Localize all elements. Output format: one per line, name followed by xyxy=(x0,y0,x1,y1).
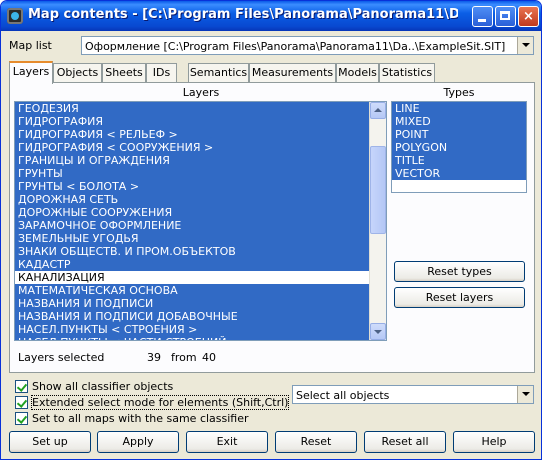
type-list-item[interactable]: VECTOR xyxy=(392,167,526,180)
layer-list-item[interactable]: ГИДРОГРАФИЯ < СООРУЖЕНИЯ > xyxy=(15,141,370,154)
checkbox-checked-icon[interactable] xyxy=(15,396,28,409)
layer-list-item[interactable]: НАСЕЛ.ПУНКТЫ < ЧАСТИ СТРОЕНИЙ xyxy=(15,336,370,340)
reset-types-button[interactable]: Reset types xyxy=(394,261,525,282)
map-list-label: Map list xyxy=(9,39,52,52)
tab-statistics[interactable]: Statistics xyxy=(379,63,435,82)
layer-list-item[interactable]: КАДАСТР xyxy=(15,258,370,271)
layer-list-item[interactable]: НАЗВАНИЯ И ПОДПИСИ ДОБАВОЧНЫЕ xyxy=(15,310,370,323)
select-objects-dropdown[interactable]: Select all objects xyxy=(292,385,534,404)
layer-list-item[interactable]: ГИДРОГРАФИЯ < РЕЛЬЕФ > xyxy=(15,128,370,141)
layers-listbox[interactable]: ГЕОДЕЗИЯ ГИДРОГРАФИЯ ГИДРОГРАФИЯ < РЕЛЬЕФ … xyxy=(14,101,387,341)
scroll-thumb[interactable] xyxy=(370,146,386,234)
same-classifier-label: Set to all maps with the same classifier xyxy=(32,412,249,425)
maximize-icon xyxy=(500,11,510,20)
help-button[interactable]: Help xyxy=(453,431,535,453)
show-all-objects-label: Show all classifier objects xyxy=(32,380,174,393)
layer-list-item[interactable]: ДОРОЖНЫЕ СООРУЖЕНИЯ xyxy=(15,206,370,219)
layer-list-item[interactable]: ЗЕМЕЛЬНЫЕ УГОДЬЯ xyxy=(15,232,370,245)
layer-list-item[interactable]: ГРУНТЫ xyxy=(15,167,370,180)
tab-ids[interactable]: IDs xyxy=(146,63,177,82)
title-bar[interactable]: Map contents - [C:\Program Files\Panoram… xyxy=(1,1,541,31)
layers-scrollbar[interactable] xyxy=(369,102,386,340)
type-list-item[interactable]: POLYGON xyxy=(392,141,526,154)
types-listbox[interactable]: LINE MIXED POINT POLYGON TITLE VECTOR xyxy=(391,101,527,193)
map-list-select[interactable]: Оформление [C:\Program Files\Panorama\Pa… xyxy=(81,36,534,55)
tab-objects[interactable]: Objects xyxy=(53,63,102,82)
window-title: Map contents - [C:\Program Files\Panoram… xyxy=(28,7,458,22)
type-list-item[interactable]: LINE xyxy=(392,102,526,115)
checkbox-checked-icon[interactable] xyxy=(15,412,28,425)
type-list-item[interactable]: POINT xyxy=(392,128,526,141)
tab-sheets[interactable]: Sheets xyxy=(102,63,146,82)
reset-button[interactable]: Reset xyxy=(275,431,357,453)
reset-layers-button[interactable]: Reset layers xyxy=(394,287,525,308)
minimize-icon xyxy=(478,19,486,22)
extended-select-label: Extended select mode for elements (Shift… xyxy=(30,395,290,410)
layer-list-item[interactable]: МАТЕМАТИЧЕСКАЯ ОСНОВА xyxy=(15,284,370,297)
scroll-down-icon[interactable] xyxy=(370,323,386,340)
select-objects-value: Select all objects xyxy=(296,389,390,402)
chevron-down-icon[interactable] xyxy=(517,37,533,54)
layers-header: Layers xyxy=(182,86,220,99)
layers-total-count: 40 xyxy=(202,351,216,364)
reset-all-button[interactable]: Reset all xyxy=(364,431,446,453)
layer-list-item[interactable]: КАНАЛИЗАЦИЯ xyxy=(15,271,370,284)
exit-button[interactable]: Exit xyxy=(186,431,268,453)
layers-from-label: from xyxy=(171,351,197,364)
tab-measurements[interactable]: Measurements xyxy=(249,63,336,82)
layer-list-item[interactable]: НАСЕЛ.ПУНКТЫ < СТРОЕНИЯ > xyxy=(15,323,370,336)
layer-list-item[interactable]: ЗАРАМОЧНОЕ ОФОРМЛЕНИЕ xyxy=(15,219,370,232)
layer-list-item[interactable]: ДОРОЖНАЯ СЕТЬ xyxy=(15,193,370,206)
layer-list-item[interactable]: ЗНАКИ ОБЩЕСТВ. И ПРОМ.ОБЪЕКТОВ xyxy=(15,245,370,258)
layer-list-item[interactable]: ГРАНИЦЫ И ОГРАЖДЕНИЯ xyxy=(15,154,370,167)
chevron-down-icon[interactable] xyxy=(517,386,533,403)
layers-tab-panel: Layers Types ГЕОДЕЗИЯ ГИДРОГРАФИЯ ГИДРОГРА… xyxy=(9,82,535,373)
tab-layers[interactable]: Layers xyxy=(9,61,53,84)
layer-list-item[interactable]: ГРУНТЫ < БОЛОТА > xyxy=(15,180,370,193)
map-contents-window: Map contents - [C:\Program Files\Panoram… xyxy=(0,0,542,460)
tab-semantics[interactable]: Semantics xyxy=(188,63,249,82)
layers-selected-label: Layers selected xyxy=(18,351,105,364)
map-list-value: Оформление [C:\Program Files\Panorama\Pa… xyxy=(85,40,506,53)
scroll-up-icon[interactable] xyxy=(370,102,386,119)
apply-button[interactable]: Apply xyxy=(97,431,179,453)
tab-models[interactable]: Models xyxy=(336,63,379,82)
set-up-button[interactable]: Set up xyxy=(9,431,91,453)
type-list-item[interactable]: MIXED xyxy=(392,115,526,128)
type-list-item[interactable]: TITLE xyxy=(392,154,526,167)
layers-selected-count: 39 xyxy=(147,351,161,364)
app-icon xyxy=(7,8,23,24)
layer-list-item[interactable]: ГЕОДЕЗИЯ xyxy=(15,102,370,115)
maximize-button[interactable] xyxy=(495,6,516,27)
layer-list-item[interactable]: ГИДРОГРАФИЯ xyxy=(15,115,370,128)
layer-list-item[interactable]: НАЗВАНИЯ И ПОДПИСИ xyxy=(15,297,370,310)
close-button[interactable]: × xyxy=(518,6,539,27)
minimize-button[interactable] xyxy=(472,6,493,27)
types-header: Types xyxy=(443,86,475,99)
checkbox-checked-icon[interactable] xyxy=(15,380,28,393)
